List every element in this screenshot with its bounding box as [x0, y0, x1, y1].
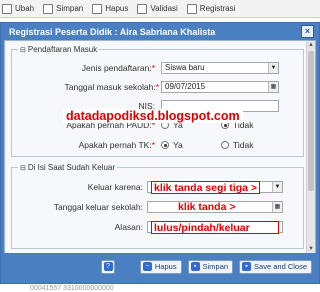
dialog-title: Registrasi Peserta Didik : Aira Sabriana…	[9, 26, 216, 37]
delete-icon	[92, 3, 103, 14]
keluar-karena-label: Keluar karena:	[87, 182, 143, 192]
toolbar-simpan-button[interactable]: Simpan	[43, 3, 83, 14]
save-and-close-button[interactable]: ▪ Save and Close	[239, 259, 312, 274]
scroll-thumb[interactable]	[308, 51, 314, 191]
chevron-down-icon[interactable]: ▼	[268, 63, 278, 73]
save-icon	[43, 3, 54, 14]
alasan-label: Alasan:	[114, 222, 143, 232]
toolbar-ubah-button[interactable]: Ubah	[2, 3, 34, 14]
jenis-pendaftaran-select[interactable]: Siswa baru ▼	[161, 62, 279, 74]
dialog-body: ⊟ Pendaftaran Masuk Jenis pendaftaran:* S…	[4, 40, 316, 254]
watermark-text: datadapodiksd.blogspot.com	[63, 109, 243, 123]
delete-icon: −	[142, 262, 152, 271]
help-icon: ?	[103, 262, 113, 271]
calendar-icon[interactable]: ▦	[272, 202, 282, 212]
legend-keluar: Di Isi Saat Sudah Keluar	[27, 163, 116, 172]
background-row: 00041557 3310000000000	[30, 285, 114, 292]
tanggal-masuk-field[interactable]: 09/07/2015 ▦	[161, 81, 279, 93]
legend-pendaftaran: Pendaftaran Masuk	[27, 45, 98, 54]
close-icon[interactable]: ×	[301, 25, 314, 38]
dialog-title-bar[interactable]: Registrasi Peserta Didik : Aira Sabriana…	[4, 23, 316, 40]
hapus-button[interactable]: − Hapus	[139, 259, 182, 274]
app-toolbar: Ubah Simpan Hapus Validasi Registrasi	[0, 0, 320, 18]
annotation-note-1: klik tanda segi tiga >	[151, 181, 260, 194]
tk-tidak-label: Tidak	[233, 140, 254, 150]
save-close-icon: ▪	[242, 262, 252, 271]
toolbar-registrasi-button[interactable]: Registrasi	[186, 3, 235, 14]
scroll-up-icon[interactable]: ▲	[307, 41, 315, 49]
register-icon	[186, 3, 197, 14]
tanggal-keluar-label: Tanggal keluar sekolah:	[53, 202, 143, 212]
tanggal-masuk-label: Tanggal masuk sekolah:*	[64, 82, 159, 92]
dialog-scrollbar[interactable]: ▲ ▼	[306, 41, 315, 253]
edit-icon	[2, 3, 12, 14]
tk-ya-radio[interactable]	[161, 141, 169, 149]
collapse-icon[interactable]: ⊟	[20, 165, 26, 172]
toolbar-hapus-button[interactable]: Hapus	[92, 3, 128, 14]
simpan-button[interactable]: ▪ Simpan	[187, 259, 234, 274]
tk-label: Apakah pernah TK:*	[78, 140, 155, 150]
help-button[interactable]: ?	[101, 259, 115, 274]
tk-ya-label: Ya	[173, 140, 183, 150]
annotation-note-2: klik tanda >	[178, 201, 236, 213]
tk-tidak-radio[interactable]	[221, 141, 229, 149]
calendar-icon[interactable]: ▦	[268, 82, 278, 92]
collapse-icon[interactable]: ⊟	[20, 47, 26, 54]
jenis-pendaftaran-label: Jenis pendaftaran:*	[81, 63, 155, 73]
scroll-down-icon[interactable]: ▼	[307, 245, 315, 253]
toolbar-validasi-button[interactable]: Validasi	[137, 3, 178, 14]
chevron-down-icon[interactable]: ▼	[272, 182, 282, 192]
dialog-footer: ? − Hapus ▪ Simpan ▪ Save and Close	[4, 253, 316, 280]
annotation-note-3: lulus/pindah/keluar	[151, 221, 279, 234]
save-icon: ▪	[190, 262, 200, 271]
registration-dialog: Registrasi Peserta Didik : Aira Sabriana…	[0, 22, 320, 284]
check-icon	[137, 3, 148, 14]
